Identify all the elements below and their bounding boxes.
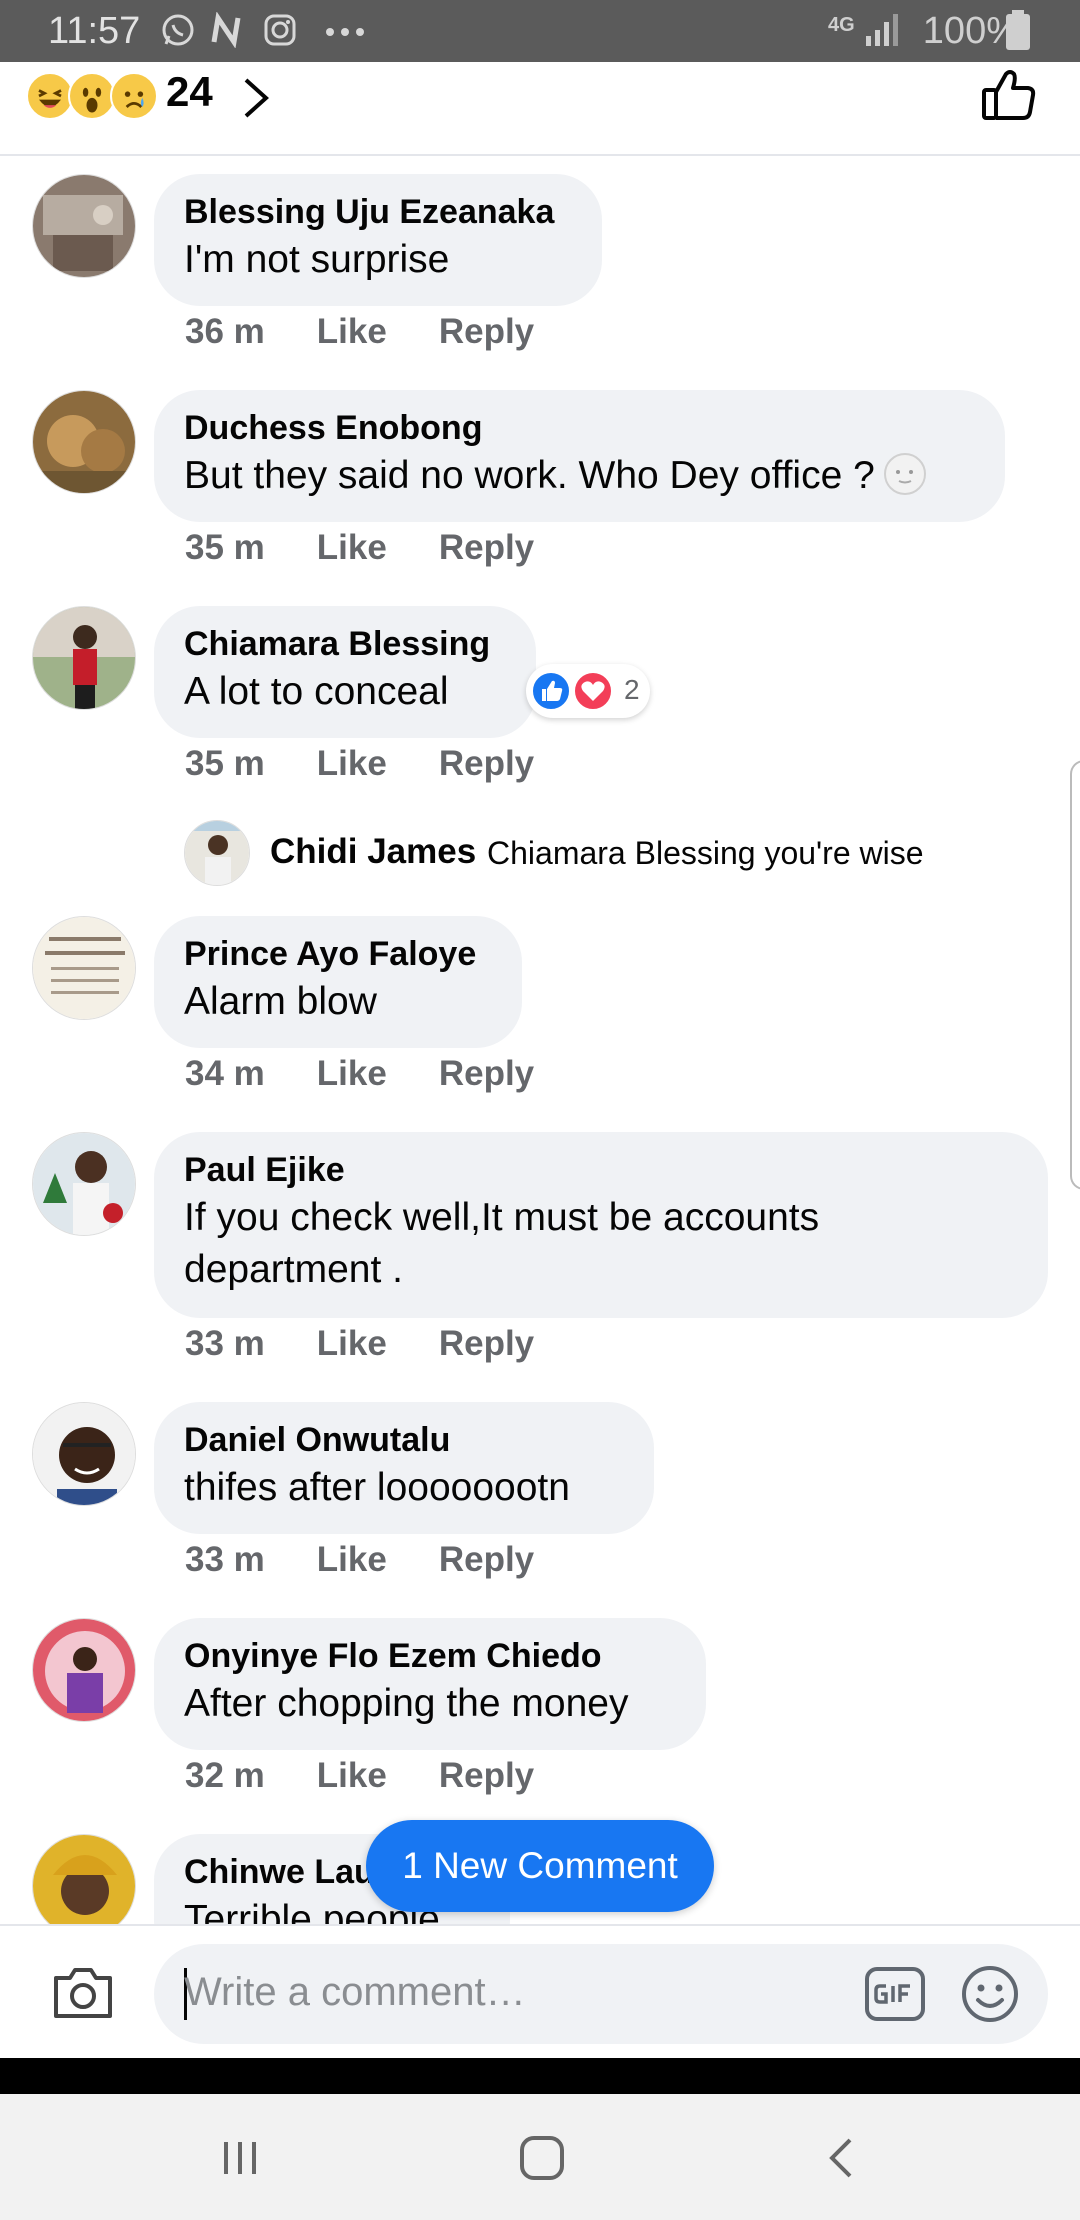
- new-comment-button[interactable]: 1 New Comment: [366, 1820, 714, 1912]
- like-button[interactable]: Like: [317, 1756, 387, 1796]
- home-icon[interactable]: [514, 2130, 570, 2186]
- comment-time: 33 m: [185, 1324, 265, 1363]
- instagram-icon: [264, 14, 296, 46]
- more-dots-icon: [326, 28, 364, 36]
- status-time: 11:57: [48, 10, 141, 52]
- comment-author[interactable]: Prince Ayo Faloye: [184, 932, 492, 976]
- reply-button[interactable]: Reply: [439, 1540, 534, 1580]
- comment-time: 35 m: [185, 528, 265, 567]
- recent-apps-icon[interactable]: [212, 2130, 268, 2186]
- system-nav-bar: [0, 2094, 1080, 2220]
- comment-author[interactable]: Chiamara Blessing: [184, 622, 506, 666]
- like-button[interactable]: Like: [317, 1540, 387, 1580]
- comment-meta: 33 m Like Reply: [185, 1324, 586, 1364]
- comment-author[interactable]: Onyinye Flo Ezem Chiedo: [184, 1634, 676, 1678]
- comment-bubble[interactable]: Prince Ayo Faloye Alarm blow: [154, 916, 522, 1048]
- like-button[interactable]: Like: [317, 1324, 387, 1364]
- comment-bubble[interactable]: Duchess Enobong But they said no work. W…: [154, 390, 1005, 522]
- signal-icon: [866, 14, 898, 46]
- reply-button[interactable]: Reply: [439, 1324, 534, 1364]
- comment-reactions[interactable]: 2: [526, 664, 650, 718]
- side-panel-handle[interactable]: [1070, 760, 1080, 1190]
- n-app-icon: [211, 12, 241, 48]
- avatar[interactable]: [32, 606, 136, 710]
- like-button[interactable]: Like: [317, 744, 387, 784]
- comment-author[interactable]: Paul Ejike: [184, 1148, 1018, 1192]
- love-reaction-icon: [572, 670, 614, 712]
- comment-time: 36 m: [185, 312, 265, 351]
- comment-bubble[interactable]: Onyinye Flo Ezem Chiedo After chopping t…: [154, 1618, 706, 1750]
- comment-author[interactable]: Duchess Enobong: [184, 406, 975, 450]
- comment-text: I'm not surprise: [184, 238, 450, 281]
- gif-icon[interactable]: [864, 1966, 926, 2022]
- camera-icon[interactable]: [50, 1962, 116, 2022]
- comment-author[interactable]: Daniel Onwutalu: [184, 1418, 624, 1462]
- comment-bubble[interactable]: Blessing Uju Ezeanaka I'm not surprise: [154, 174, 602, 306]
- avatar[interactable]: [32, 1132, 136, 1236]
- avatar[interactable]: [32, 1402, 136, 1506]
- comment-text: But they said no work. Who Dey office ?: [184, 450, 975, 502]
- reactions-summary[interactable]: 24: [0, 62, 1080, 156]
- avatar[interactable]: [32, 174, 136, 278]
- avatar[interactable]: [184, 820, 250, 886]
- reply-button[interactable]: Reply: [439, 1756, 534, 1796]
- haha-emoji-icon: [26, 72, 74, 120]
- comment-text: If you check well,It must be accounts de…: [184, 1196, 820, 1291]
- moon-face-icon: [883, 453, 926, 495]
- comment-time: 34 m: [185, 1054, 265, 1093]
- avatar[interactable]: [32, 1834, 136, 1924]
- comment-meta: 36 m Like Reply: [185, 312, 586, 352]
- avatar[interactable]: [32, 1618, 136, 1722]
- comment-meta: 33 m Like Reply: [185, 1540, 586, 1580]
- reply-button[interactable]: Reply: [439, 744, 534, 784]
- comment-text: After chopping the money: [184, 1682, 629, 1725]
- like-button[interactable]: Like: [317, 1054, 387, 1094]
- battery-icon: [1006, 10, 1030, 50]
- like-reaction-icon: [530, 670, 572, 712]
- reply-button[interactable]: Reply: [439, 312, 534, 352]
- comment-bubble[interactable]: Paul Ejike If you check well,It must be …: [154, 1132, 1048, 1318]
- reaction-count: 2: [624, 674, 640, 705]
- reply-button[interactable]: Reply: [439, 1054, 534, 1094]
- comment-time: 35 m: [185, 744, 265, 783]
- back-icon[interactable]: [816, 2130, 872, 2186]
- wow-emoji-icon: [68, 72, 116, 120]
- whatsapp-icon: [162, 14, 194, 46]
- chevron-right-icon[interactable]: [238, 74, 274, 122]
- comment-author[interactable]: Blessing Uju Ezeanaka: [184, 190, 572, 234]
- emoji-smile-icon[interactable]: [960, 1964, 1020, 2024]
- reaction-count: 24: [166, 68, 213, 115]
- avatar[interactable]: [32, 916, 136, 1020]
- comment-meta: 35 m Like Reply: [185, 528, 586, 568]
- like-button[interactable]: Like: [317, 312, 387, 352]
- like-button[interactable]: Like: [317, 528, 387, 568]
- comment-input[interactable]: Write a comment…: [154, 1944, 1048, 2044]
- reply-text: Chiamara Blessing you're wise: [487, 835, 924, 871]
- comment-bubble[interactable]: Daniel Onwutalu thifes after loooooootn: [154, 1402, 654, 1534]
- comment-meta: 32 m Like Reply: [185, 1756, 586, 1796]
- comment-meta: 35 m Like Reply: [185, 744, 586, 784]
- reply-author[interactable]: Chidi James: [270, 832, 476, 872]
- comment-time: 33 m: [185, 1540, 265, 1579]
- reply-button[interactable]: Reply: [439, 528, 534, 568]
- avatar[interactable]: [32, 390, 136, 494]
- status-bar: 11:57 4G 100%: [0, 0, 1080, 62]
- comment-meta: 34 m Like Reply: [185, 1054, 586, 1094]
- comment-text: Alarm blow: [184, 980, 377, 1023]
- comment-bubble[interactable]: Chiamara Blessing A lot to conceal: [154, 606, 536, 738]
- comment-composer: Write a comment…: [0, 1924, 1080, 2058]
- like-thumb-icon[interactable]: [980, 66, 1038, 124]
- network-type: 4G: [828, 14, 855, 36]
- comment-placeholder: Write a comment…: [184, 1970, 526, 2014]
- comment-time: 32 m: [185, 1756, 265, 1795]
- sad-emoji-icon: [110, 72, 158, 120]
- comment-text: thifes after loooooootn: [184, 1466, 570, 1509]
- comment-text: A lot to conceal: [184, 670, 449, 713]
- divider-bar: [0, 2058, 1080, 2094]
